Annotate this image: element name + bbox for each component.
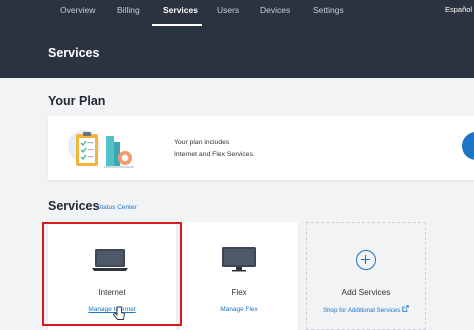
your-plan-heading: Your Plan	[48, 94, 106, 108]
external-link-icon	[402, 305, 409, 312]
shop-additional-services-link[interactable]: Shop for Additional Services	[307, 305, 425, 314]
nav-devices[interactable]: Devices	[260, 5, 290, 15]
add-services-card[interactable]: Add Services Shop for Additional Service…	[306, 222, 426, 330]
highlight-box	[42, 222, 182, 326]
nav-overview[interactable]: Overview	[60, 5, 95, 15]
manage-flex-link[interactable]: Manage Flex	[180, 306, 298, 313]
plan-card: Your plan includes Internet and Flex Ser…	[48, 116, 474, 180]
page-header: Services	[0, 28, 474, 78]
plan-text-line1: Your plan includes	[174, 139, 230, 146]
tv-icon	[222, 247, 256, 272]
active-tab-indicator	[152, 24, 202, 26]
services-heading: Services	[48, 199, 100, 213]
nav-billing[interactable]: Billing	[117, 5, 140, 15]
status-center-link[interactable]: Status Center	[97, 204, 137, 211]
nav-services[interactable]: Services	[163, 5, 198, 15]
language-toggle[interactable]: Español	[445, 5, 472, 14]
top-navigation: Overview Billing Services Users Devices …	[0, 0, 474, 28]
nav-users[interactable]: Users	[217, 5, 239, 15]
plan-text-line2: Internet and Flex Services.	[174, 151, 255, 158]
plus-circle-icon	[356, 250, 376, 270]
add-services-title: Add Services	[341, 287, 391, 297]
plan-description: Your plan includes Internet and Flex Ser…	[174, 137, 255, 161]
nav-settings[interactable]: Settings	[313, 5, 344, 15]
plan-illustration-icon	[68, 130, 134, 168]
page-title: Services	[48, 46, 100, 60]
hand-cursor-icon	[113, 306, 125, 320]
shop-link-label: Shop for Additional Services	[322, 307, 401, 314]
flex-service-card[interactable]: Flex Manage Flex	[180, 222, 298, 330]
flex-service-name: Flex	[231, 288, 247, 297]
